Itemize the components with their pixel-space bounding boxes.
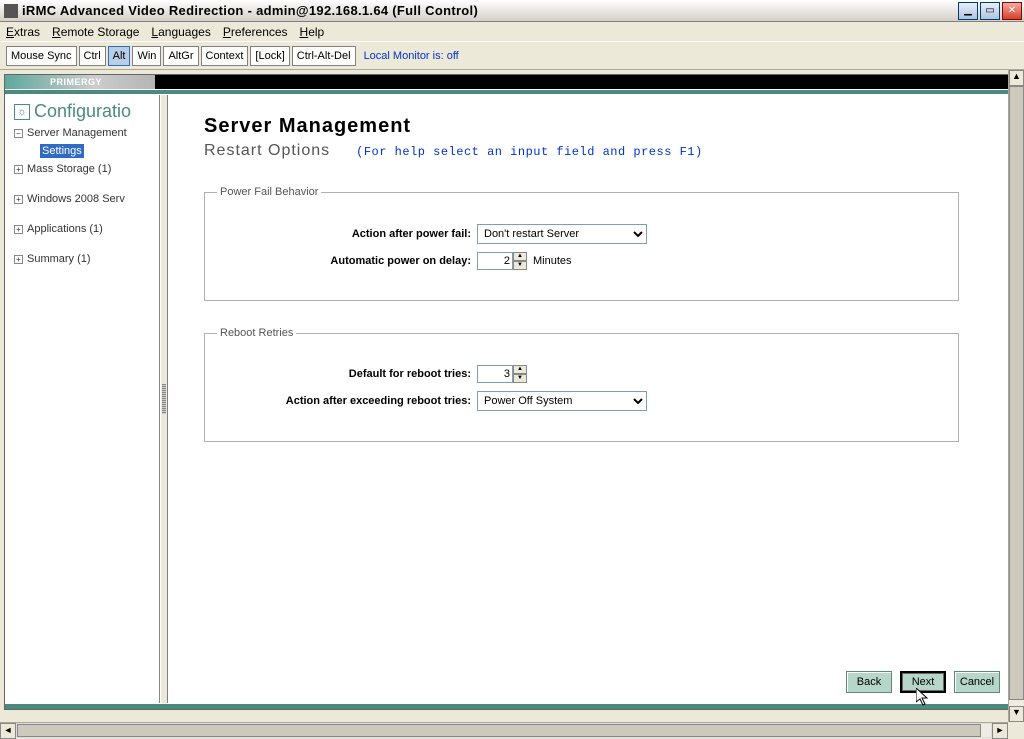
scroll-thumb[interactable]: [17, 724, 981, 737]
input-reboot-tries[interactable]: [477, 365, 513, 383]
input-power-on-delay[interactable]: [477, 252, 513, 270]
expand-icon[interactable]: +: [14, 255, 23, 264]
expand-icon[interactable]: +: [14, 225, 23, 234]
label-reboot-tries: Default for reboot tries:: [217, 368, 477, 380]
scroll-up-icon[interactable]: ▲: [1009, 70, 1024, 86]
tb-context[interactable]: Context: [201, 46, 249, 66]
tree-applications[interactable]: + Applications (1): [14, 220, 159, 238]
decorative-strip: [5, 703, 1013, 709]
remote-screen: PRIMERGY ☼ Configuratio − Server Managem…: [4, 74, 1014, 710]
scroll-track[interactable]: [16, 723, 992, 738]
tree-server-management[interactable]: − Server Management: [14, 124, 159, 142]
vertical-scrollbar[interactable]: ▲ ▼: [1008, 70, 1024, 722]
tb-altgr[interactable]: AltGr: [163, 46, 198, 66]
splitter[interactable]: [160, 95, 168, 703]
menu-help[interactable]: Help: [300, 25, 325, 39]
menu-remote-storage[interactable]: Remote Storage: [52, 25, 139, 39]
tb-ctrl[interactable]: Ctrl: [79, 46, 106, 66]
spin-down-icon[interactable]: ▼: [513, 261, 527, 270]
minimize-button[interactable]: ▁: [958, 2, 978, 20]
spin-down-icon[interactable]: ▼: [513, 374, 527, 383]
tb-ctrl-alt-del[interactable]: Ctrl-Alt-Del: [292, 46, 356, 66]
unit-minutes: Minutes: [533, 255, 572, 267]
fieldset-legend: Power Fail Behavior: [217, 186, 321, 198]
label-action-power-fail: Action after power fail:: [217, 228, 477, 240]
tree-windows-2008[interactable]: + Windows 2008 Serv: [14, 190, 159, 208]
window-title: iRMC Advanced Video Redirection - admin@…: [22, 3, 958, 18]
menu-preferences[interactable]: Preferences: [223, 25, 288, 39]
primergy-bar: PRIMERGY: [5, 75, 1013, 89]
spin-up-icon[interactable]: ▲: [513, 252, 527, 261]
expand-icon[interactable]: +: [14, 195, 23, 204]
tree-mass-storage[interactable]: + Mass Storage (1): [14, 160, 159, 178]
expand-icon[interactable]: +: [14, 165, 23, 174]
fieldset-legend: Reboot Retries: [217, 327, 296, 339]
tb-mouse-sync[interactable]: Mouse Sync: [6, 46, 77, 66]
label-power-on-delay: Automatic power on delay:: [217, 255, 477, 267]
menu-bar: Extras Remote Storage Languages Preferen…: [0, 22, 1024, 42]
reboot-retries-fieldset: Reboot Retries Default for reboot tries:…: [204, 327, 959, 442]
collapse-icon[interactable]: −: [14, 129, 23, 138]
scroll-thumb[interactable]: [1009, 86, 1024, 700]
sidebar: ☼ Configuratio − Server Management Setti…: [10, 95, 160, 703]
app-icon: [4, 4, 18, 18]
spin-up-icon[interactable]: ▲: [513, 365, 527, 374]
next-button[interactable]: Next: [900, 671, 946, 693]
menu-languages[interactable]: Languages: [151, 25, 210, 39]
close-button[interactable]: ✕: [1002, 2, 1022, 20]
maximize-button[interactable]: ▭: [980, 2, 1000, 20]
scroll-corner: [1008, 722, 1024, 738]
sidebar-title: ☼ Configuratio: [10, 97, 159, 124]
config-icon: ☼: [14, 104, 30, 120]
select-action-power-fail[interactable]: Don't restart Server: [477, 224, 647, 244]
menu-extras[interactable]: Extras: [6, 25, 40, 39]
page-subtitle: Restart Options: [204, 142, 330, 160]
back-button[interactable]: Back: [846, 671, 892, 693]
tb-alt[interactable]: Alt: [108, 46, 131, 66]
main-panel: Server Management Restart Options (For h…: [168, 95, 1008, 703]
spinner-power-on-delay[interactable]: ▲ ▼: [477, 252, 527, 270]
cancel-button[interactable]: Cancel: [954, 671, 1000, 693]
local-monitor-status: Local Monitor is: off: [364, 50, 459, 62]
toolbar: Mouse Sync Ctrl Alt Win AltGr Context [L…: [0, 42, 1024, 70]
scroll-track[interactable]: [1009, 86, 1024, 706]
label-action-exceeding: Action after exceeding reboot tries:: [217, 395, 477, 407]
tree-settings[interactable]: Settings: [14, 142, 159, 160]
power-fail-fieldset: Power Fail Behavior Action after power f…: [204, 186, 959, 301]
window-titlebar: iRMC Advanced Video Redirection - admin@…: [0, 0, 1024, 22]
scroll-down-icon[interactable]: ▼: [1009, 706, 1024, 722]
page-title: Server Management: [204, 115, 990, 138]
select-action-exceeding[interactable]: Power Off System: [477, 391, 647, 411]
horizontal-scrollbar[interactable]: ◄ ►: [0, 722, 1008, 738]
help-hint: (For help select an input field and pres…: [356, 145, 703, 159]
scroll-right-icon[interactable]: ►: [992, 723, 1008, 739]
nav-tree: − Server Management Settings + Mass Stor…: [10, 124, 159, 268]
nav-buttons: Back Next Cancel: [846, 671, 1000, 693]
primergy-logo: PRIMERGY: [5, 75, 155, 89]
spinner-reboot-tries[interactable]: ▲ ▼: [477, 365, 527, 383]
tb-win[interactable]: Win: [132, 46, 161, 66]
tree-summary[interactable]: + Summary (1): [14, 250, 159, 268]
scroll-left-icon[interactable]: ◄: [0, 723, 16, 739]
tb-lock[interactable]: [Lock]: [250, 46, 289, 66]
